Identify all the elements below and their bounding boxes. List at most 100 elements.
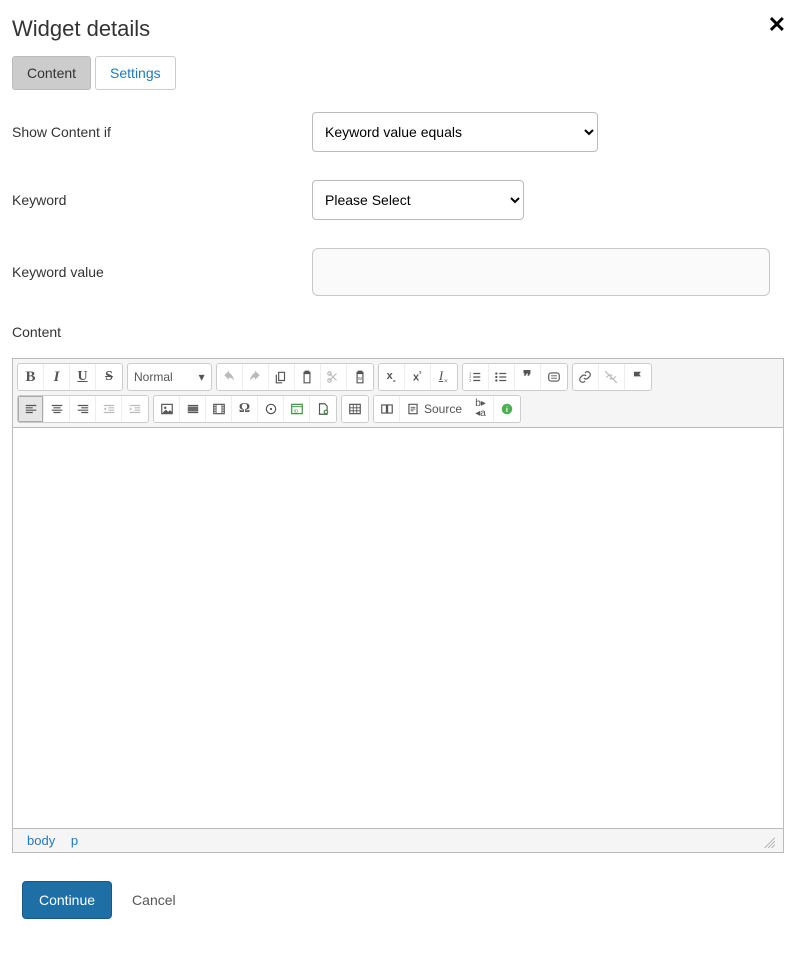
italic-button[interactable]: I	[44, 364, 70, 390]
keyword-select[interactable]: Please Select	[312, 180, 524, 220]
align-left-icon	[24, 402, 38, 416]
tabs: Content Settings	[12, 56, 784, 90]
align-right-button[interactable]	[70, 396, 96, 422]
link-icon	[578, 370, 592, 384]
align-center-icon	[50, 402, 64, 416]
rich-text-editor: B I U S Normal ▾	[12, 358, 784, 853]
indent-icon	[128, 402, 142, 416]
superscript-button[interactable]: x²	[405, 364, 431, 390]
info-icon: i	[500, 402, 514, 416]
path-body[interactable]: body	[21, 831, 61, 850]
copy-button[interactable]	[269, 364, 295, 390]
about-button[interactable]: i	[494, 396, 520, 422]
film-icon	[212, 402, 226, 416]
horizontal-rule-button[interactable]	[180, 396, 206, 422]
editor-content-area[interactable]	[13, 428, 783, 828]
resize-icon	[761, 834, 775, 848]
chevron-down-icon: ▾	[199, 370, 205, 384]
unlink-button[interactable]	[599, 364, 625, 390]
element-path: body p	[21, 833, 84, 848]
keyword-value-label: Keyword value	[12, 264, 312, 280]
align-left-button[interactable]	[18, 396, 44, 422]
unordered-list-icon	[494, 370, 508, 384]
link-button[interactable]	[573, 364, 599, 390]
undo-button[interactable]	[217, 364, 243, 390]
source-button[interactable]: Source	[400, 396, 468, 422]
text-direction-button[interactable]: b▸◂a	[468, 396, 494, 422]
copy-icon	[274, 370, 288, 384]
page-break-button[interactable]	[374, 396, 400, 422]
modal-title: Widget details	[12, 16, 784, 42]
align-center-button[interactable]	[44, 396, 70, 422]
tab-content[interactable]: Content	[12, 56, 91, 90]
strikethrough-button[interactable]: S	[96, 364, 122, 390]
source-icon	[406, 402, 420, 416]
div-container-button[interactable]	[541, 364, 567, 390]
insert-template-button[interactable]	[310, 396, 336, 422]
unlink-icon	[604, 370, 618, 384]
table-button[interactable]	[342, 396, 368, 422]
continue-button[interactable]: Continue	[22, 881, 112, 919]
ordered-list-icon: 123	[468, 370, 482, 384]
resize-handle[interactable]	[761, 834, 775, 848]
svg-text:ID: ID	[293, 409, 298, 414]
cut-button[interactable]	[321, 364, 347, 390]
editor-toolbar: B I U S Normal ▾	[13, 359, 783, 428]
image-button[interactable]	[154, 396, 180, 422]
numbered-list-button[interactable]: 123	[463, 364, 489, 390]
svg-text:i: i	[506, 405, 508, 414]
bulleted-list-button[interactable]	[489, 364, 515, 390]
anchor-button[interactable]	[625, 364, 651, 390]
video-button[interactable]	[206, 396, 232, 422]
content-label: Content	[12, 324, 784, 340]
subscript-button[interactable]: x₂	[379, 364, 405, 390]
bold-button[interactable]: B	[18, 364, 44, 390]
clipboard-icon	[300, 370, 314, 384]
outdent-button[interactable]	[96, 396, 122, 422]
path-p[interactable]: p	[65, 831, 84, 850]
row-keyword-value: Keyword value	[12, 248, 784, 296]
undo-icon	[222, 370, 236, 384]
iframe-button[interactable]: ID	[284, 396, 310, 422]
remove-format-button[interactable]: I×	[431, 364, 457, 390]
embed-media-button[interactable]	[258, 396, 284, 422]
paste-button[interactable]	[295, 364, 321, 390]
svg-text:W: W	[357, 376, 362, 381]
row-keyword: Keyword Please Select	[12, 180, 784, 220]
underline-button[interactable]: U	[70, 364, 96, 390]
row-show-content-if: Show Content if Keyword value equals	[12, 112, 784, 152]
redo-button[interactable]	[243, 364, 269, 390]
indent-button[interactable]	[122, 396, 148, 422]
format-dropdown[interactable]: Normal ▾	[127, 363, 212, 391]
show-content-if-label: Show Content if	[12, 124, 312, 140]
disc-icon	[264, 402, 278, 416]
special-char-button[interactable]: Ω	[232, 396, 258, 422]
format-dropdown-label: Normal	[134, 370, 173, 384]
paste-from-word-button[interactable]: W	[347, 364, 373, 390]
align-right-icon	[76, 402, 90, 416]
container-icon	[547, 370, 561, 384]
close-button[interactable]: ✕	[768, 14, 786, 36]
modal-actions: Continue Cancel	[12, 881, 784, 919]
redo-icon	[248, 370, 262, 384]
blockquote-button[interactable]: ❞	[515, 364, 541, 390]
iframe-icon: ID	[290, 402, 304, 416]
book-icon	[380, 402, 394, 416]
editor-footer: body p	[13, 828, 783, 852]
show-content-if-select[interactable]: Keyword value equals	[312, 112, 598, 152]
template-icon	[316, 402, 330, 416]
scissors-icon	[326, 370, 340, 384]
keyword-label: Keyword	[12, 192, 312, 208]
cancel-button[interactable]: Cancel	[132, 892, 176, 908]
source-label: Source	[424, 402, 462, 416]
paste-word-icon: W	[353, 370, 367, 384]
tab-settings[interactable]: Settings	[95, 56, 176, 90]
flag-icon	[631, 370, 645, 384]
keyword-value-input[interactable]	[312, 248, 770, 296]
svg-text:3: 3	[469, 379, 471, 383]
outdent-icon	[102, 402, 116, 416]
hr-icon	[186, 402, 200, 416]
image-icon	[160, 402, 174, 416]
table-icon	[348, 402, 362, 416]
widget-details-modal: Widget details ✕ Content Settings Show C…	[0, 0, 800, 939]
